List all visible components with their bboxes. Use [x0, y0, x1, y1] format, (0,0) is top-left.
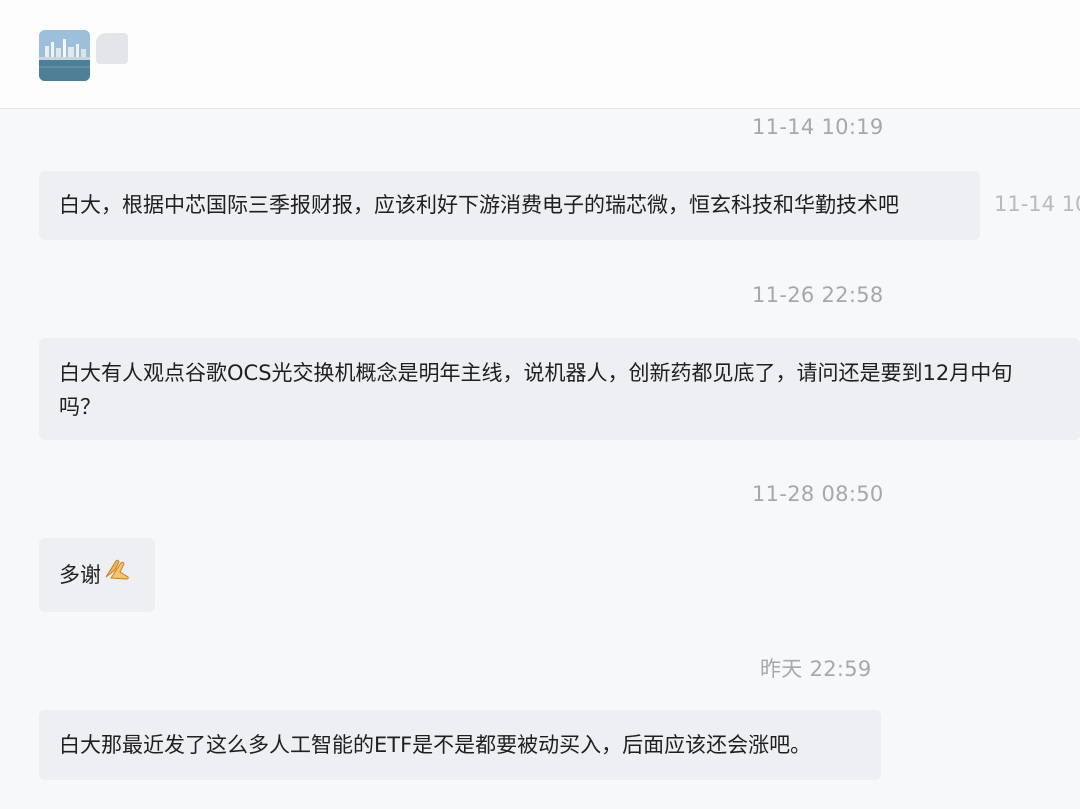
- message-bubble[interactable]: 多谢: [39, 538, 155, 612]
- side-timestamp: 11-14 10: [994, 192, 1080, 216]
- message-timestamp: 11-28 08:50: [752, 482, 884, 506]
- message-bubble[interactable]: 白大那最近发了这么多人工智能的ETF是不是都要被动买入，后面应该还会涨吧。: [39, 710, 881, 780]
- message-text: 白大那最近发了这么多人工智能的ETF是不是都要被动买入，后面应该还会涨吧。: [59, 733, 812, 757]
- chat-header: [0, 0, 1080, 109]
- message-timestamp: 昨天 22:59: [760, 657, 872, 681]
- message-timestamp: 11-26 22:58: [752, 283, 884, 307]
- chat-name-placeholder: [96, 33, 128, 64]
- group-avatar[interactable]: [39, 30, 90, 81]
- city-skyline-icon: [39, 30, 90, 81]
- message-bubble[interactable]: 白大有人观点谷歌OCS光交换机概念是明年主线，说机器人，创新药都见底了，请问还是…: [39, 338, 1080, 440]
- folded-hands-icon: [103, 557, 131, 591]
- message-timestamp: 11-14 10:19: [752, 115, 884, 139]
- message-text: 白大，根据中芯国际三季报财报，应该利好下游消费电子的瑞芯微，恒玄科技和华勤技术吧: [59, 193, 899, 217]
- message-bubble[interactable]: 白大，根据中芯国际三季报财报，应该利好下游消费电子的瑞芯微，恒玄科技和华勤技术吧: [39, 171, 980, 240]
- message-text-line1: 白大有人观点谷歌OCS光交换机概念是明年主线，说机器人，创新药都见底了，请问还是…: [59, 361, 1013, 385]
- message-text-line2: 吗？: [59, 395, 101, 419]
- message-text: 多谢: [59, 563, 101, 587]
